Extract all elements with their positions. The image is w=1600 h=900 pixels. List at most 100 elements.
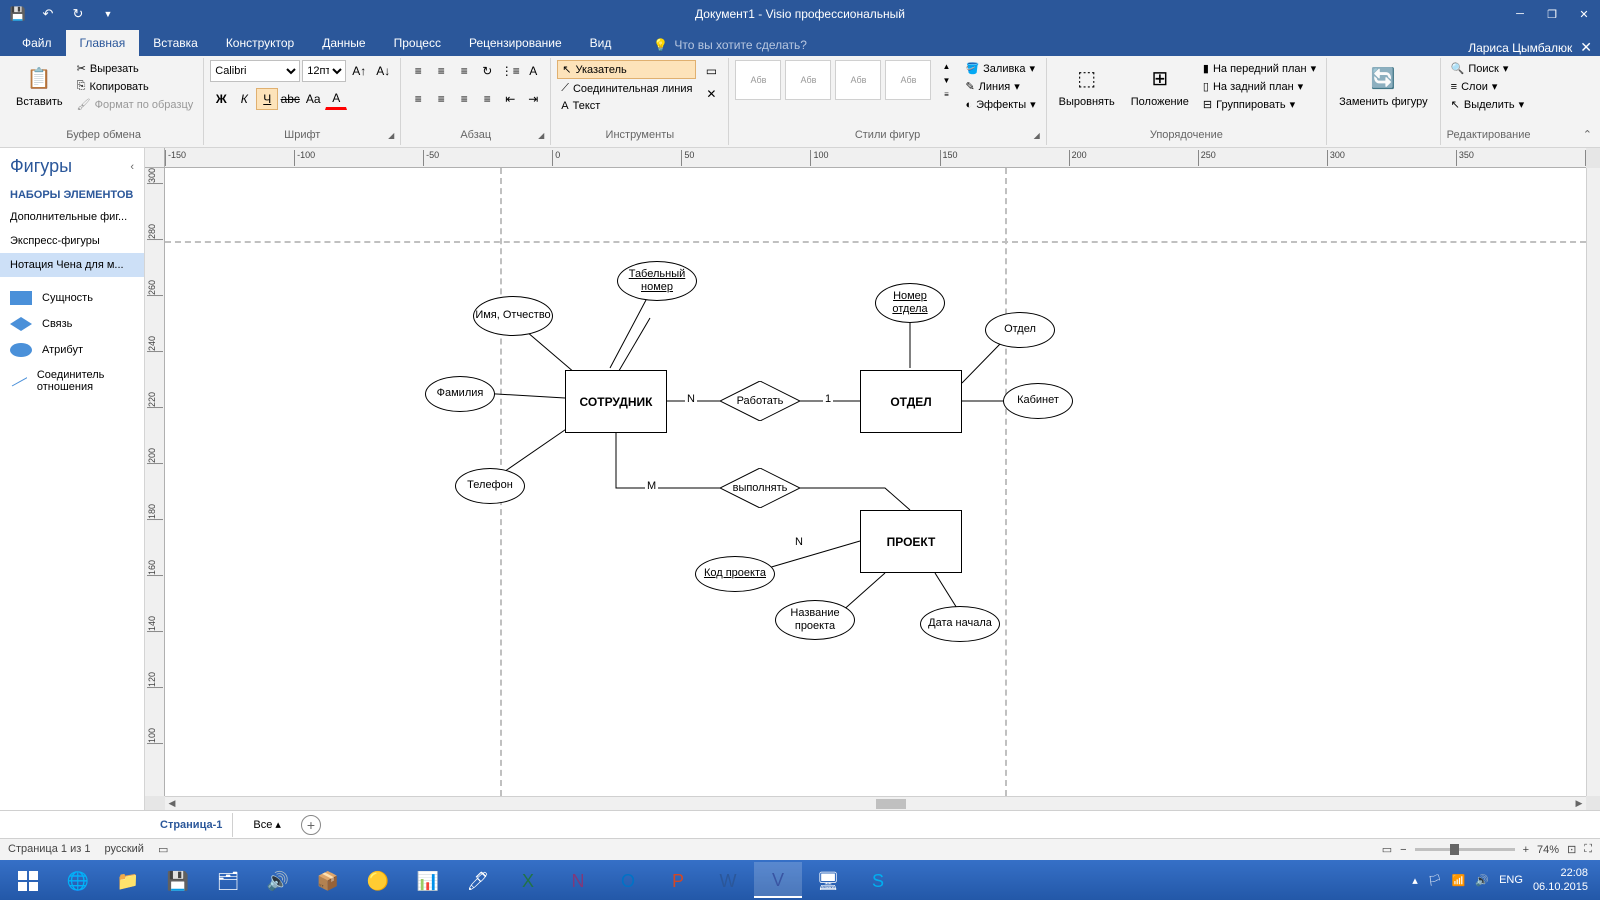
taskbar-app4[interactable]: 📊 [404,862,452,898]
shape-style-1[interactable]: Абв [735,60,781,100]
guide-vertical[interactable] [1005,168,1007,796]
stencil-chen[interactable]: Нотация Чена для м... [0,253,144,277]
status-lang[interactable]: русский [104,843,143,856]
taskbar-onenote[interactable]: N [554,862,602,898]
taskbar-skype[interactable]: S [854,862,902,898]
taskbar-ie[interactable]: 🌐 [54,862,102,898]
bold-button[interactable]: Ж [210,88,232,110]
redo-icon[interactable]: ↻ [66,2,90,26]
align-middle-button[interactable]: ≡ [430,60,452,82]
line-button[interactable]: ✎Линия▾ [961,78,1039,95]
taskbar-app6[interactable]: 🖥 [804,862,852,898]
text-size-button[interactable]: A [522,60,544,82]
tab-data[interactable]: Данные [308,30,379,56]
close-button[interactable]: ✕ [1568,0,1600,28]
attr-dept[interactable]: Отдел [985,312,1055,348]
shape-style-3[interactable]: Абв [835,60,881,100]
entity-employee[interactable]: СОТРУДНИК [565,370,667,433]
align-top-button[interactable]: ≡ [407,60,429,82]
rel-work[interactable]: Работать [720,381,800,421]
zoom-out-button[interactable]: − [1400,844,1406,856]
undo-icon[interactable]: ↶ [36,2,60,26]
zoom-thumb[interactable] [1450,844,1459,855]
tab-design[interactable]: Конструктор [212,30,308,56]
group-button[interactable]: ⊟Группировать▾ [1199,96,1320,113]
taskbar-explorer[interactable]: 📁 [104,862,152,898]
align-right-button[interactable]: ≡ [453,88,475,110]
entity-project[interactable]: ПРОЕКТ [860,510,962,573]
stencil-more[interactable]: Дополнительные фиг... [0,205,144,229]
align-left-button[interactable]: ≡ [407,88,429,110]
bring-front-button[interactable]: ▮На передний план▾ [1199,60,1320,77]
shape-style-4[interactable]: Абв [885,60,931,100]
delete-tool[interactable]: ✕ [700,83,722,105]
scroll-h-thumb[interactable] [876,799,906,809]
rel-perform[interactable]: выполнять [720,468,800,508]
shape-relation[interactable]: Связь [0,311,144,337]
shape-style-2[interactable]: Абв [785,60,831,100]
align-bottom-button[interactable]: ≡ [453,60,475,82]
cut-button[interactable]: ✂Вырезать [73,60,198,77]
format-painter-button[interactable]: 🖌Формат по образцу [73,96,198,113]
fit-window-icon[interactable]: ⊡ [1567,843,1576,856]
zoom-slider[interactable] [1415,848,1515,851]
font-dialog-launcher[interactable]: ◢ [386,131,396,141]
paste-button[interactable]: 📋 Вставить [10,60,69,110]
bullets-button[interactable]: ⋮≡ [499,60,521,82]
page-tab-all[interactable]: Все ▴ [243,812,291,837]
scroll-left-icon[interactable]: ◀ [165,798,179,809]
paragraph-dialog-launcher[interactable]: ◢ [536,131,546,141]
font-name-select[interactable]: Calibri [210,60,300,82]
attr-phone[interactable]: Телефон [455,468,525,504]
orientation-button[interactable]: ↻ [476,60,498,82]
style-row-up[interactable]: ▲ [939,60,953,72]
collapse-ribbon-icon[interactable]: ⌃ [1583,128,1592,141]
restore-button[interactable]: ❐ [1536,0,1568,28]
font-size-select[interactable]: 12пт [302,60,346,82]
canvas[interactable]: СОТРУДНИК ОТДЕЛ ПРОЕКТ Работать выполнят… [165,168,1586,796]
tray-flag-icon[interactable]: 🏳 [1428,874,1442,887]
attr-name[interactable]: Имя, Отчество [473,296,553,336]
font-color-button[interactable]: A [325,88,347,110]
attr-deptnum[interactable]: Номер отдела [875,283,945,323]
taskbar-powerpoint[interactable]: P [654,862,702,898]
ribbon-close-icon[interactable]: ✕ [1580,39,1592,56]
guide-horizontal[interactable] [165,241,1586,243]
shape-attribute[interactable]: Атрибут [0,337,144,363]
taskbar-outlook[interactable]: O [604,862,652,898]
position-button[interactable]: ⊞Положение [1125,60,1195,110]
italic-button[interactable]: К [233,88,255,110]
style-row-down[interactable]: ▼ [939,74,953,86]
tell-me-search[interactable]: 💡 Что вы хотите сделать? [645,34,815,56]
attr-startdate[interactable]: Дата начала [920,606,1000,642]
grow-font-button[interactable]: A↑ [348,60,370,82]
taskbar-app5[interactable]: 🖊 [454,862,502,898]
strike-button[interactable]: abc [279,88,301,110]
tab-process[interactable]: Процесс [380,30,455,56]
copy-button[interactable]: ⎘Копировать [73,78,198,95]
change-shape-button[interactable]: 🔄Заменить фигуру [1333,60,1434,110]
taskbar-app3[interactable]: 🔊 [254,862,302,898]
select-button[interactable]: ↖Выделить▾ [1447,96,1529,113]
scrollbar-vertical[interactable] [1586,168,1600,796]
zoom-in-button[interactable]: + [1523,844,1529,856]
scrollbar-horizontal[interactable]: ◀ ▶ [165,796,1586,810]
shrink-font-button[interactable]: A↓ [372,60,394,82]
page-tab-1[interactable]: Страница-1 [150,813,233,837]
case-button[interactable]: Aa [302,88,324,110]
start-button[interactable] [4,862,52,898]
attr-surname[interactable]: Фамилия [425,376,495,412]
attr-projname[interactable]: Название проекта [775,600,855,640]
ruler-horizontal[interactable]: -150-100-50050100150200250300350400 [165,148,1586,168]
pointer-tool[interactable]: ↖Указатель [557,60,696,79]
text-tool[interactable]: AТекст [557,98,696,114]
taskbar-chrome[interactable]: 🟡 [354,862,402,898]
tab-file[interactable]: Файл [8,30,66,56]
tray-up-icon[interactable]: ▴ [1412,874,1418,887]
shape-conn-line[interactable]: Соединитель отношения [0,363,144,399]
tab-home[interactable]: Главная [66,30,140,56]
minimize-button[interactable]: ─ [1504,0,1536,28]
tray-network-icon[interactable]: 📶 [1452,874,1466,887]
align-button[interactable]: ⬚Выровнять [1053,60,1121,110]
connector-tool[interactable]: ⟋Соединительная линия [557,80,696,97]
